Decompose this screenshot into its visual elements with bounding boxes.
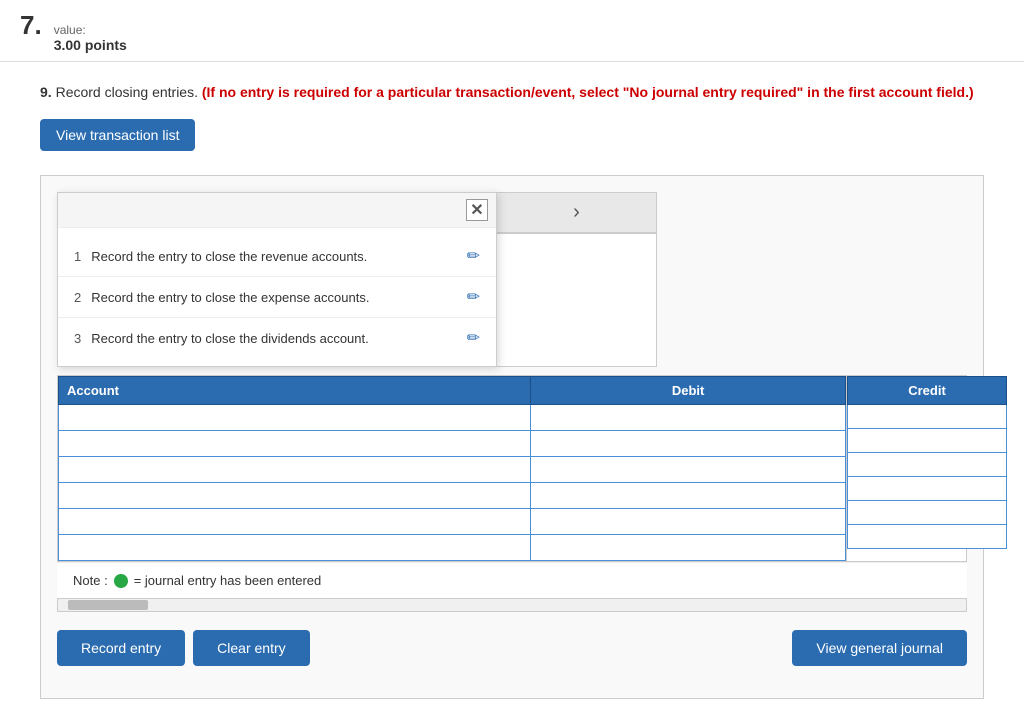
credit-input-6[interactable] xyxy=(848,525,1006,548)
table-row xyxy=(59,405,846,431)
debit-col-header: Debit xyxy=(531,377,846,405)
accounts-debit-area: Account Debit xyxy=(57,375,847,562)
scrollbar[interactable] xyxy=(57,598,967,612)
value-label-container: value: 3.00 points xyxy=(54,23,127,53)
debit-table: Account Debit xyxy=(58,376,846,561)
outer-container: ✕ 1 Record the entry to close the revenu… xyxy=(40,175,984,699)
note-section: Note : = journal entry has been entered xyxy=(57,562,967,598)
item-num-2: 2 xyxy=(74,290,81,305)
item-text-3: Record the entry to close the dividends … xyxy=(91,331,466,346)
right-panel-content xyxy=(497,233,656,366)
header-bar: 7. value: 3.00 points xyxy=(0,0,1024,62)
item-text-1: Record the entry to close the revenue ac… xyxy=(91,249,466,264)
view-transaction-button[interactable]: View transaction list xyxy=(40,119,195,151)
transaction-popup: ✕ 1 Record the entry to close the revenu… xyxy=(57,192,497,367)
table-row xyxy=(848,405,1007,429)
note-prefix: Note : xyxy=(73,573,108,588)
credit-col-header: Credit xyxy=(848,377,1007,405)
popup-header: ✕ xyxy=(58,193,496,228)
next-arrow-button[interactable]: › xyxy=(497,193,656,233)
green-dot-icon xyxy=(114,574,128,588)
table-row xyxy=(848,453,1007,477)
edit-icon-1[interactable]: ✏ xyxy=(467,246,480,266)
close-button[interactable]: ✕ xyxy=(466,199,488,221)
table-row xyxy=(848,477,1007,501)
main-instruction-text: Record closing entries. xyxy=(56,84,198,100)
question-num-label: 9. xyxy=(40,84,52,100)
table-row xyxy=(848,501,1007,525)
credit-input-2[interactable] xyxy=(848,429,1006,452)
table-row xyxy=(59,431,846,457)
credit-input-5[interactable] xyxy=(848,501,1006,524)
record-entry-button[interactable]: Record entry xyxy=(57,630,185,666)
red-instruction-text: (If no entry is required for a particula… xyxy=(202,84,974,100)
credit-column-area: Credit xyxy=(847,375,967,562)
value-points: 3.00 points xyxy=(54,37,127,53)
table-row xyxy=(59,483,846,509)
main-content: 9. Record closing entries. (If no entry … xyxy=(0,62,1024,719)
instruction: 9. Record closing entries. (If no entry … xyxy=(40,82,984,103)
close-icon: ✕ xyxy=(470,200,483,220)
credit-table: Credit xyxy=(847,376,1007,549)
edit-icon-3[interactable]: ✏ xyxy=(467,328,480,348)
item-num-1: 1 xyxy=(74,249,81,264)
scrollbar-thumb[interactable] xyxy=(68,600,148,610)
right-panel: › xyxy=(497,192,657,367)
transaction-list: 1 Record the entry to close the revenue … xyxy=(58,228,496,366)
table-row xyxy=(59,457,846,483)
credit-input-3[interactable] xyxy=(848,453,1006,476)
journal-entry-area: Account Debit xyxy=(57,375,967,562)
table-row xyxy=(848,525,1007,549)
value-label-text: value: xyxy=(54,23,127,37)
table-row xyxy=(59,509,846,535)
table-row xyxy=(848,429,1007,453)
item-text-2: Record the entry to close the expense ac… xyxy=(91,290,466,305)
question-number: 7. xyxy=(20,10,42,41)
view-general-journal-button[interactable]: View general journal xyxy=(792,630,967,666)
table-row xyxy=(59,535,846,561)
edit-icon-2[interactable]: ✏ xyxy=(467,287,480,307)
credit-input-1[interactable] xyxy=(848,405,1006,428)
transaction-item-1: 1 Record the entry to close the revenue … xyxy=(58,236,496,277)
transaction-item-3: 3 Record the entry to close the dividend… xyxy=(58,318,496,358)
clear-entry-button[interactable]: Clear entry xyxy=(193,630,309,666)
transaction-item-2: 2 Record the entry to close the expense … xyxy=(58,277,496,318)
action-buttons-row: Record entry Clear entry View general jo… xyxy=(57,622,967,682)
note-text: = journal entry has been entered xyxy=(134,573,322,588)
item-num-3: 3 xyxy=(74,331,81,346)
credit-input-4[interactable] xyxy=(848,477,1006,500)
popup-wrapper: ✕ 1 Record the entry to close the revenu… xyxy=(57,192,967,367)
